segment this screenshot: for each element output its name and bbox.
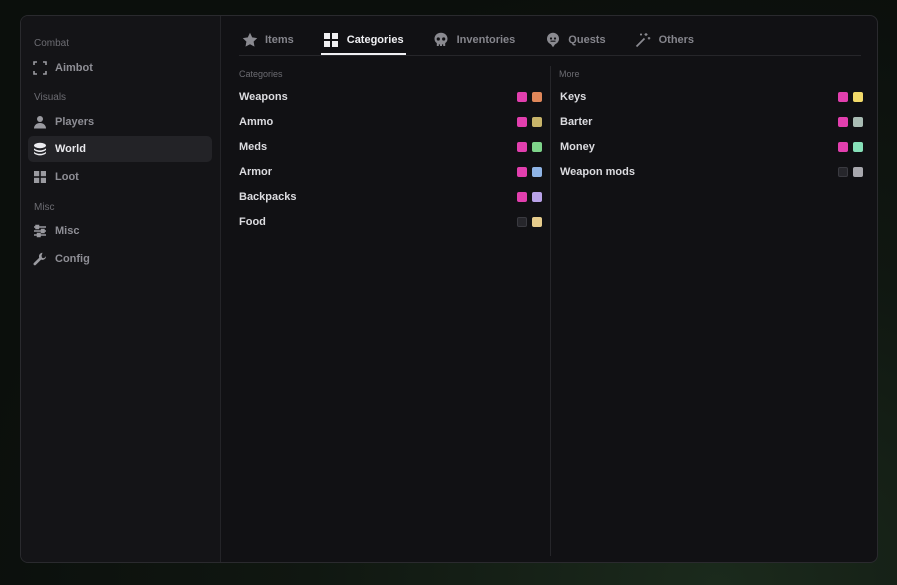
section-label-misc: Misc xyxy=(34,202,55,213)
list-item: Money xyxy=(560,138,863,156)
sliders-icon xyxy=(32,223,48,239)
color-swatch[interactable] xyxy=(532,217,542,227)
swatch-group xyxy=(517,92,542,102)
list-item: Backpacks xyxy=(239,188,542,206)
swatch-group xyxy=(838,92,863,102)
sidebar-item-config[interactable]: Config xyxy=(28,246,212,272)
toggle-swatch[interactable] xyxy=(517,117,527,127)
swatch-group xyxy=(838,142,863,152)
tab-label: Items xyxy=(265,34,294,46)
wrench-icon xyxy=(32,251,48,267)
toggle-swatch[interactable] xyxy=(517,192,527,202)
list-item-label: Keys xyxy=(560,91,587,103)
color-swatch[interactable] xyxy=(853,92,863,102)
color-swatch[interactable] xyxy=(853,117,863,127)
sidebar-item-aimbot[interactable]: Aimbot xyxy=(28,55,212,81)
wand-icon xyxy=(635,32,652,49)
tab-label: Categories xyxy=(346,34,404,46)
list-item: Armor xyxy=(239,163,542,181)
color-swatch[interactable] xyxy=(532,192,542,202)
tab-label: Inventories xyxy=(456,34,516,46)
list-item: Keys xyxy=(560,88,863,106)
sidebar-item-label: Config xyxy=(55,253,90,265)
sidebar-item-label: Aimbot xyxy=(55,62,93,74)
column-heading-more: More xyxy=(559,69,580,79)
swatch-group xyxy=(517,192,542,202)
toggle-swatch[interactable] xyxy=(838,142,848,152)
swatch-group xyxy=(517,167,542,177)
list-item-label: Meds xyxy=(239,141,268,153)
list-item-label: Food xyxy=(239,216,266,228)
toggle-swatch[interactable] xyxy=(517,142,527,152)
sidebar-item-loot[interactable]: Loot xyxy=(28,164,212,190)
sidebar: Combat Aimbot Visuals Players World Loot xyxy=(21,16,221,562)
section-label-visuals: Visuals xyxy=(34,92,67,103)
tab-bar: Items Categories Inventories Quests Othe… xyxy=(239,26,861,56)
swatch-group xyxy=(517,142,542,152)
tab-inventories[interactable]: Inventories xyxy=(431,26,518,54)
swatch-group xyxy=(838,117,863,127)
tab-categories[interactable]: Categories xyxy=(320,26,406,55)
sidebar-item-misc[interactable]: Misc xyxy=(28,218,212,244)
list-item: Weapons xyxy=(239,88,542,106)
list-item: Ammo xyxy=(239,113,542,131)
color-swatch[interactable] xyxy=(532,92,542,102)
list-item-label: Armor xyxy=(239,166,273,178)
toggle-swatch[interactable] xyxy=(517,92,527,102)
app-window: Combat Aimbot Visuals Players World Loot xyxy=(20,15,878,563)
sidebar-item-label: World xyxy=(55,143,86,155)
list-item-label: Weapons xyxy=(239,91,288,103)
crosshair-frame-icon xyxy=(32,60,48,76)
person-icon xyxy=(32,114,48,130)
column-divider xyxy=(550,66,551,556)
list-item: Meds xyxy=(239,138,542,156)
list-item: Barter xyxy=(560,113,863,131)
grid-icon xyxy=(323,32,340,49)
list-item-label: Ammo xyxy=(239,116,274,128)
color-swatch[interactable] xyxy=(532,142,542,152)
toggle-swatch[interactable] xyxy=(838,167,848,177)
column-heading-categories: Categories xyxy=(239,69,283,79)
marker-icon xyxy=(544,32,561,49)
swatch-group xyxy=(517,217,542,227)
tab-label: Others xyxy=(658,34,695,46)
toggle-swatch[interactable] xyxy=(517,217,527,227)
toggle-swatch[interactable] xyxy=(517,167,527,177)
tab-others[interactable]: Others xyxy=(633,26,696,54)
list-item: Weapon mods xyxy=(560,163,863,181)
star-icon xyxy=(241,32,258,49)
list-item: Food xyxy=(239,213,542,231)
list-item-label: Barter xyxy=(560,116,593,128)
list-item-label: Money xyxy=(560,141,595,153)
main-panel: Items Categories Inventories Quests Othe… xyxy=(221,16,877,562)
sidebar-item-world[interactable]: World xyxy=(28,136,212,162)
section-label-combat: Combat xyxy=(34,38,70,49)
grid-icon xyxy=(32,169,48,185)
color-swatch[interactable] xyxy=(532,117,542,127)
skull-icon xyxy=(433,32,450,49)
color-swatch[interactable] xyxy=(853,142,863,152)
color-swatch[interactable] xyxy=(853,167,863,177)
toggle-swatch[interactable] xyxy=(838,117,848,127)
list-item-label: Weapon mods xyxy=(560,166,635,178)
sidebar-item-label: Loot xyxy=(55,171,79,183)
toggle-swatch[interactable] xyxy=(838,92,848,102)
tab-items[interactable]: Items xyxy=(239,26,296,54)
tab-label: Quests xyxy=(568,34,606,46)
sidebar-item-label: Players xyxy=(55,116,95,128)
tab-quests[interactable]: Quests xyxy=(542,26,607,54)
sidebar-item-label: Misc xyxy=(55,225,80,237)
swatch-group xyxy=(517,117,542,127)
swatch-group xyxy=(838,167,863,177)
sidebar-item-players[interactable]: Players xyxy=(28,109,212,135)
color-swatch[interactable] xyxy=(532,167,542,177)
layers-icon xyxy=(32,141,48,157)
list-item-label: Backpacks xyxy=(239,191,297,203)
